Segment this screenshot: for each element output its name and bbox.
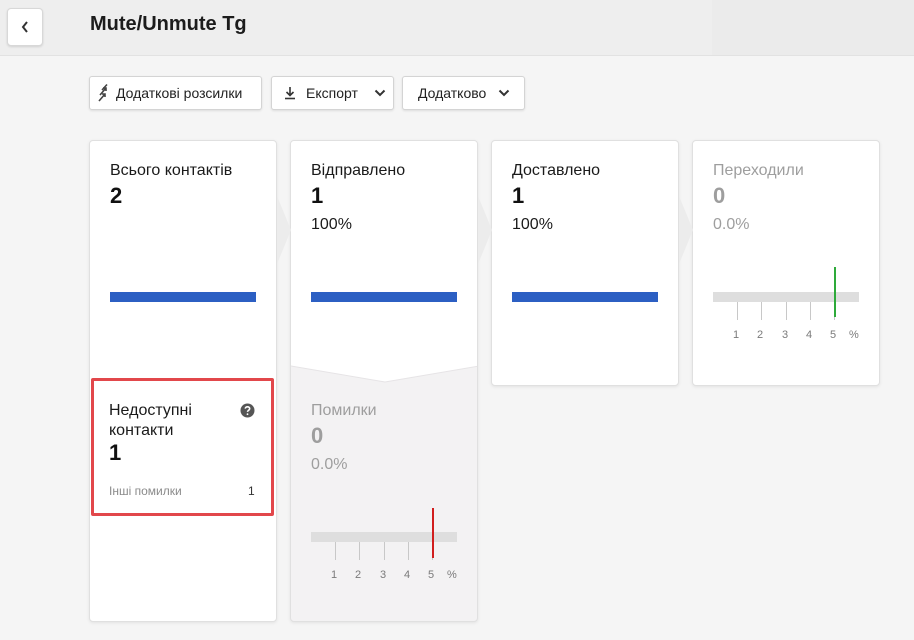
back-button[interactable] [7, 8, 43, 46]
delivered-percent: 100% [512, 216, 553, 233]
page-title: Mute/Unmute Tg [90, 13, 247, 35]
errors-tick [408, 542, 409, 560]
total-contacts-label: Всього контактів [110, 162, 233, 179]
clicked-tick [786, 302, 787, 320]
total-contacts-value: 2 [110, 183, 123, 208]
errors-tick [335, 542, 336, 560]
errors-marker [432, 508, 434, 558]
clicked-scale-label: 1 [733, 329, 740, 341]
delivered-bar [512, 292, 658, 302]
clicked-tick [810, 302, 811, 320]
clicked-scale-unit: % [849, 329, 859, 341]
extra-mailings-label: Додаткові розсилки [116, 85, 243, 101]
arrows-icon [98, 83, 108, 102]
chevron-down-icon [499, 89, 510, 97]
errors-scale-label: 3 [380, 569, 387, 581]
clicked-scale-label: 3 [782, 329, 789, 341]
funnel-arrow [679, 196, 693, 264]
delivered-label: Доставлено [512, 162, 601, 179]
clicked-tick [737, 302, 738, 320]
clicked-value: 0 [713, 183, 726, 208]
errors-scale-label: 2 [355, 569, 362, 581]
clicked-label: Переходили [713, 162, 804, 179]
export-label: Експорт [306, 85, 358, 101]
download-icon [285, 87, 295, 100]
errors-scale-label: 1 [331, 569, 338, 581]
more-button[interactable]: Додатково [402, 76, 525, 110]
more-label: Додатково [418, 85, 487, 101]
errors-tick [384, 542, 385, 560]
clicked-scale-label: 4 [806, 329, 813, 341]
clicked-scale-label: 2 [757, 329, 764, 341]
errors-scale-bar [311, 532, 457, 542]
clicked-percent: 0.0% [713, 216, 750, 233]
errors-label: Помилки [311, 402, 377, 419]
sent-bar [311, 292, 457, 302]
delivered-value: 1 [512, 183, 525, 208]
funnel-arrow [478, 196, 492, 264]
clicked-marker [834, 267, 836, 317]
sent-label: Відправлено [311, 162, 406, 179]
chevron-down-icon [374, 89, 386, 97]
total-contacts-bar [110, 292, 256, 302]
errors-scale-label: 5 [428, 569, 435, 581]
header-shade [712, 0, 914, 55]
funnel-arrow [277, 196, 291, 264]
card-delivered: Доставлено 1 100% [491, 140, 679, 386]
card-sent: Відправлено 1 100% Помилки 0 0.0% 1 2 3 … [290, 140, 478, 622]
sent-percent: 100% [311, 216, 352, 233]
card-clicked: Переходили 0 0.0% 1 2 3 4 5 % [692, 140, 880, 386]
errors-scale-label: 4 [404, 569, 411, 581]
clicked-tick [761, 302, 762, 320]
clicked-scale-label: 5 [830, 329, 837, 341]
sent-value: 1 [311, 183, 324, 208]
highlight-frame [91, 378, 274, 516]
extra-mailings-button[interactable]: Додаткові розсилки [89, 76, 262, 110]
clicked-scale-bar [713, 292, 859, 302]
export-button[interactable]: Експорт [271, 76, 394, 110]
errors-percent: 0.0% [311, 456, 348, 473]
errors-scale-unit: % [447, 569, 457, 581]
chevron-left-icon [21, 21, 28, 33]
errors-tick [359, 542, 360, 560]
errors-value: 0 [311, 423, 324, 448]
